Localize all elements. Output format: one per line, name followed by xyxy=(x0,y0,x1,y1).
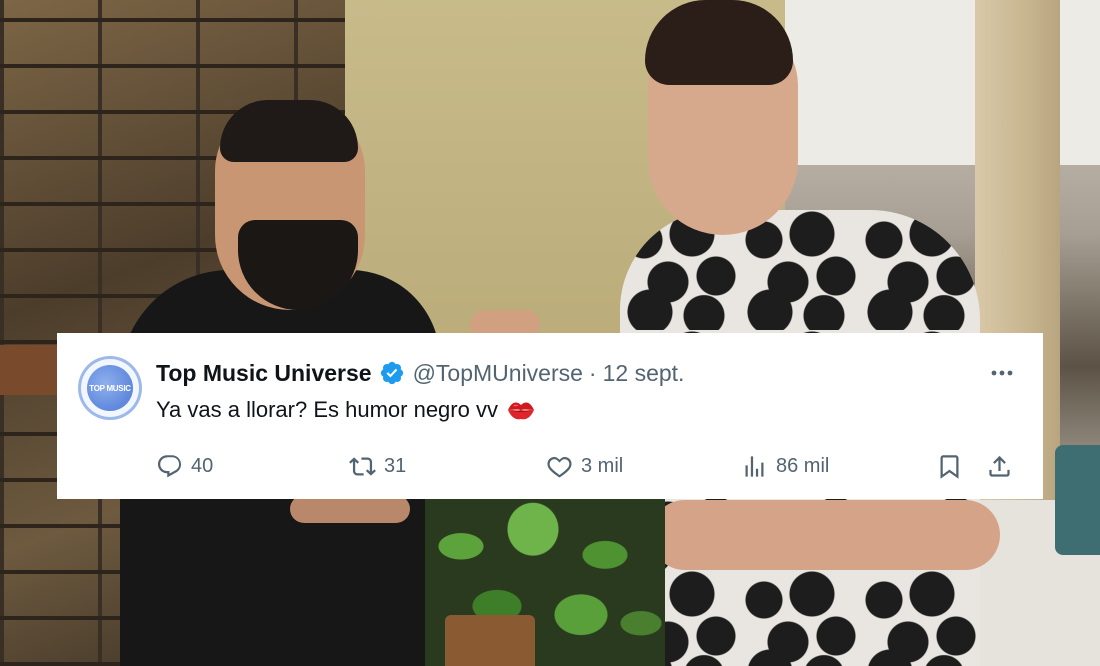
more-icon[interactable] xyxy=(989,363,1015,383)
tweet-text-row: Ya vas a llorar? Es humor negro vv xyxy=(156,397,536,423)
views-button[interactable]: 86 mil xyxy=(741,451,829,481)
reply-icon xyxy=(157,454,182,477)
person-left-arm xyxy=(290,495,410,523)
avatar-logo: TOP MUSIC xyxy=(87,365,133,411)
person-left-hair xyxy=(220,100,358,162)
retweet-count: 31 xyxy=(384,454,407,477)
views-count: 86 mil xyxy=(776,454,830,477)
views-icon xyxy=(745,455,764,477)
reply-button[interactable]: 40 xyxy=(156,451,213,481)
tweet-header: Top Music Universe @TopMUniverse · 12 se… xyxy=(156,357,684,389)
like-count: 3 mil xyxy=(581,454,624,477)
plant-pot xyxy=(445,615,535,666)
handle[interactable]: @TopMUniverse xyxy=(413,360,583,387)
tweet-date[interactable]: 12 sept. xyxy=(603,360,685,387)
kiss-mark-icon xyxy=(507,402,534,420)
verified-icon xyxy=(380,361,403,385)
avatar-logo-text: TOP MUSIC xyxy=(89,383,131,393)
display-name[interactable]: Top Music Universe xyxy=(156,360,372,387)
separator-dot: · xyxy=(588,359,597,386)
tweet-card: TOP MUSIC Top Music Universe @TopMUniver… xyxy=(57,333,1043,499)
avatar[interactable]: TOP MUSIC xyxy=(78,356,142,420)
tweet-actions: 40 31 3 mil 86 mil xyxy=(156,451,1016,481)
share-button[interactable] xyxy=(986,451,1013,481)
chair xyxy=(1055,445,1100,555)
retweet-button[interactable]: 31 xyxy=(349,451,406,481)
bookmark-button[interactable] xyxy=(936,451,963,481)
tweet-text: Ya vas a llorar? Es humor negro vv xyxy=(156,397,498,422)
retweet-icon xyxy=(349,456,376,476)
like-icon xyxy=(547,456,572,477)
share-icon xyxy=(989,455,1010,477)
bookmark-icon xyxy=(940,454,959,479)
reply-count: 40 xyxy=(191,454,214,477)
person-right-arm xyxy=(650,500,1000,570)
like-button[interactable]: 3 mil xyxy=(546,451,623,481)
